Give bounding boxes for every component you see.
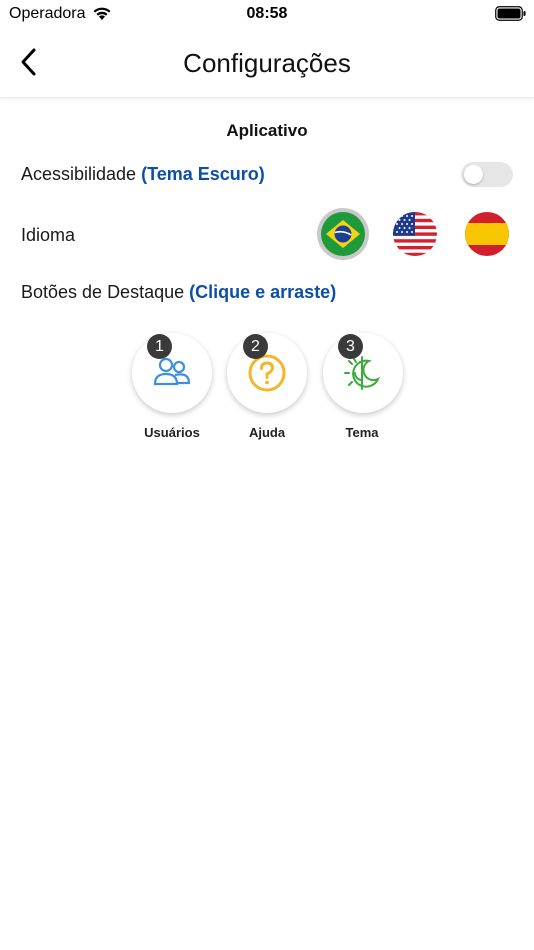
- help-icon: [248, 354, 286, 392]
- highlight-buttons-hint: (Clique e arraste): [189, 282, 337, 302]
- highlight-buttons-row-label: Botões de Destaque (Clique e arraste): [21, 282, 336, 303]
- status-bar: Operadora 08:58: [0, 0, 534, 30]
- highlight-order-badge-3: 3: [338, 334, 363, 359]
- brazil-flag-icon: [321, 212, 365, 256]
- accessibility-hint: (Tema Escuro): [141, 164, 265, 184]
- highlight-order-badge-2: 2: [243, 334, 268, 359]
- highlight-label-help: Ajuda: [248, 425, 286, 440]
- theme-icon: [344, 356, 381, 390]
- language-option-english[interactable]: [393, 212, 437, 256]
- navigation-bar: Configurações: [0, 30, 534, 98]
- language-label: Idioma: [21, 225, 76, 245]
- highlight-button-theme[interactable]: [323, 333, 403, 413]
- highlight-order-badge-1: 1: [147, 334, 172, 359]
- spain-flag-icon: [465, 212, 509, 256]
- language-option-portuguese[interactable]: [321, 212, 365, 256]
- clock: 08:58: [246, 5, 288, 22]
- highlight-buttons-label: Botões de Destaque: [21, 282, 185, 302]
- battery-icon: [495, 6, 526, 21]
- accessibility-row-label: Acessibilidade (Tema Escuro): [21, 164, 265, 185]
- toggle-knob: [464, 165, 483, 184]
- accessibility-label: Acessibilidade: [21, 164, 137, 184]
- highlight-button-users[interactable]: [132, 333, 212, 413]
- page-title: Configurações: [183, 48, 351, 78]
- highlight-label-theme: Tema: [345, 425, 379, 440]
- users-icon: [153, 357, 191, 386]
- highlight-label-users: Usuários: [144, 425, 200, 440]
- language-option-spanish[interactable]: [465, 212, 509, 256]
- dark-theme-toggle[interactable]: [461, 162, 513, 187]
- usa-flag-icon: [393, 212, 437, 256]
- section-title: Aplicativo: [226, 121, 308, 140]
